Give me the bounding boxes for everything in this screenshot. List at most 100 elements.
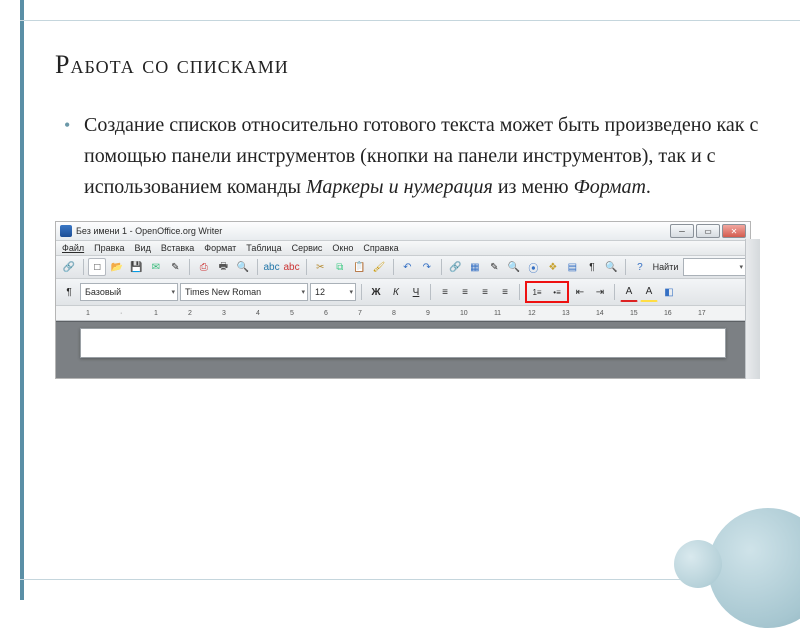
- menu-insert[interactable]: Вставка: [161, 243, 194, 253]
- style-combo-value: Базовый: [85, 287, 121, 297]
- ruler-tick: 4: [256, 310, 290, 317]
- open-button[interactable]: 📂: [108, 258, 126, 276]
- menu-format[interactable]: Формат: [204, 243, 236, 253]
- bullet-em-2: Формат: [574, 176, 646, 198]
- bold-icon: Ж: [371, 287, 380, 298]
- vertical-scrollbar[interactable]: [745, 239, 760, 379]
- print-button[interactable]: 🖶: [215, 258, 233, 276]
- bold-button[interactable]: Ж: [367, 283, 385, 301]
- menu-file[interactable]: Файл: [62, 243, 84, 253]
- embedded-app-screenshot: Без имени 1 - OpenOffice.org Writer ─ ▭ …: [55, 221, 751, 379]
- navigator-button[interactable]: ⦿: [525, 258, 543, 276]
- font-color-button[interactable]: A: [620, 283, 638, 302]
- zoom-button[interactable]: 🔍: [603, 258, 621, 276]
- slide-title: Работа со списками: [55, 50, 760, 80]
- mail-button[interactable]: ✉: [147, 258, 165, 276]
- indent-inc-icon: ⇥: [596, 287, 604, 298]
- spell-icon: abc: [263, 262, 279, 273]
- slide-body-list: Создание списков относительно готового т…: [55, 110, 760, 203]
- separator: [614, 284, 615, 300]
- export-pdf-button[interactable]: ⎙: [195, 258, 213, 276]
- separator: [430, 284, 431, 300]
- save-button[interactable]: 💾: [128, 258, 146, 276]
- document-area[interactable]: [56, 321, 750, 378]
- print-icon: 🖶: [219, 259, 228, 276]
- find-combo[interactable]: [683, 258, 746, 276]
- decoration-circle-small: [674, 540, 722, 588]
- align-justify-button[interactable]: ≡: [496, 283, 514, 301]
- find-replace-button[interactable]: 🔍: [505, 258, 523, 276]
- find-icon: 🔍: [508, 262, 520, 273]
- separator: [393, 259, 394, 275]
- ruler-tick: 16: [664, 310, 698, 317]
- align-left-icon: ≡: [442, 287, 448, 298]
- ruler-tick: 1: [154, 310, 188, 317]
- menu-bar: Файл Правка Вид Вставка Формат Таблица С…: [56, 241, 750, 256]
- cut-button[interactable]: ✂: [312, 258, 330, 276]
- separator: [361, 284, 362, 300]
- paste-icon: 📋: [353, 262, 365, 273]
- preview-button[interactable]: 🔍: [234, 258, 252, 276]
- bulleted-list-button[interactable]: •≡: [548, 283, 566, 301]
- highlight-color-button[interactable]: A: [640, 283, 658, 302]
- decoration-circle-large: [708, 508, 800, 628]
- edit-button[interactable]: ✎: [167, 258, 185, 276]
- menu-window[interactable]: Окно: [332, 243, 353, 253]
- ruler-tick: 8: [392, 310, 426, 317]
- italic-button[interactable]: К: [387, 283, 405, 301]
- link-icon: 🔗: [449, 262, 461, 273]
- draw-button[interactable]: ✎: [486, 258, 504, 276]
- format-paint-button[interactable]: 🖌: [370, 258, 388, 276]
- autospell-icon: abc: [283, 262, 299, 273]
- redo-icon: ↷: [423, 262, 431, 273]
- align-just-icon: ≡: [502, 287, 508, 298]
- numbered-list-button[interactable]: 1≡: [528, 283, 546, 301]
- menu-tools[interactable]: Сервис: [292, 243, 323, 253]
- font-name-combo[interactable]: Times New Roman: [180, 283, 308, 301]
- nonprint-button[interactable]: ¶: [583, 258, 601, 276]
- autospell-button[interactable]: abc: [283, 258, 301, 276]
- datasource-button[interactable]: ▤: [564, 258, 582, 276]
- open-icon: 📂: [111, 262, 123, 273]
- maximize-button[interactable]: ▭: [696, 224, 720, 238]
- minimize-button[interactable]: ─: [670, 224, 694, 238]
- paste-button[interactable]: 📋: [351, 258, 369, 276]
- undo-button[interactable]: ↶: [399, 258, 417, 276]
- copy-button[interactable]: ⧉: [331, 258, 349, 276]
- datasource-icon: ▤: [568, 262, 577, 273]
- font-size-combo[interactable]: 12: [310, 283, 356, 301]
- increase-indent-button[interactable]: ⇥: [591, 283, 609, 301]
- new-button[interactable]: □: [88, 258, 106, 276]
- background-color-button[interactable]: ◧: [660, 283, 678, 301]
- italic-icon: К: [393, 287, 399, 298]
- cut-icon: ✂: [316, 262, 324, 273]
- close-button[interactable]: ✕: [722, 224, 746, 238]
- hyperlink-button[interactable]: 🔗: [447, 258, 465, 276]
- menu-help[interactable]: Справка: [363, 243, 398, 253]
- spellcheck-button[interactable]: abc: [263, 258, 281, 276]
- styles-button[interactable]: ¶: [60, 283, 78, 301]
- underline-button[interactable]: Ч: [407, 283, 425, 301]
- horizontal-ruler[interactable]: 1 · 1 2 3 4 5 6 7 8 9 10 11 12 13 14 15 …: [56, 306, 750, 321]
- menu-edit[interactable]: Правка: [94, 243, 124, 253]
- indent-dec-icon: ⇤: [576, 287, 584, 298]
- align-center-button[interactable]: ≡: [456, 283, 474, 301]
- document-page[interactable]: [80, 328, 726, 358]
- menu-table[interactable]: Таблица: [246, 243, 281, 253]
- open-url-button[interactable]: 🔗: [60, 258, 78, 276]
- menu-view[interactable]: Вид: [135, 243, 151, 253]
- ruler-tick: 6: [324, 310, 358, 317]
- separator: [257, 259, 258, 275]
- align-left-button[interactable]: ≡: [436, 283, 454, 301]
- insert-table-button[interactable]: ▦: [466, 258, 484, 276]
- help-button[interactable]: ?: [631, 258, 649, 276]
- paragraph-style-combo[interactable]: Базовый: [80, 283, 178, 301]
- font-combo-value: Times New Roman: [185, 287, 261, 297]
- align-right-button[interactable]: ≡: [476, 283, 494, 301]
- list-buttons-highlight: 1≡ •≡: [525, 281, 569, 303]
- slide-frame-left: [20, 0, 24, 600]
- redo-button[interactable]: ↷: [418, 258, 436, 276]
- app-icon: [60, 225, 72, 237]
- decrease-indent-button[interactable]: ⇤: [571, 283, 589, 301]
- gallery-button[interactable]: ❖: [544, 258, 562, 276]
